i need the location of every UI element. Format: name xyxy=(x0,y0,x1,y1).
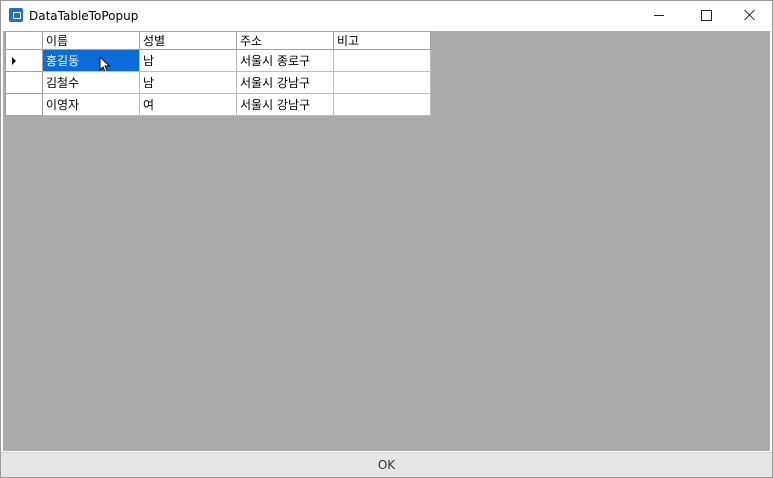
cell-note[interactable] xyxy=(333,71,431,94)
app-window: DataTableToPopup 이름 성별 주소 비고 홍길동 남 서울시 종… xyxy=(0,0,773,478)
column-header-name[interactable]: 이름 xyxy=(42,31,140,50)
column-header-note[interactable]: 비고 xyxy=(333,31,431,50)
footer-bar: OK xyxy=(1,452,772,477)
title-bar[interactable]: DataTableToPopup xyxy=(1,1,772,31)
cell-name[interactable]: 이영자 xyxy=(42,93,140,116)
minimize-icon xyxy=(654,15,664,16)
close-icon xyxy=(744,9,756,21)
maximize-icon xyxy=(701,10,712,21)
cell-gender[interactable]: 남 xyxy=(139,71,237,94)
table-row[interactable]: 홍길동 남 서울시 종로구 xyxy=(5,49,431,72)
cell-name[interactable]: 홍길동 xyxy=(42,49,140,72)
maximize-button[interactable] xyxy=(684,1,728,31)
row-header[interactable] xyxy=(5,71,43,94)
cell-note[interactable] xyxy=(333,49,431,72)
cell-address[interactable]: 서울시 강남구 xyxy=(236,71,334,94)
minimize-button[interactable] xyxy=(638,1,682,31)
table-row[interactable]: 이영자 여 서울시 강남구 xyxy=(5,93,431,116)
mouse-cursor-icon xyxy=(99,56,111,71)
cell-address[interactable]: 서울시 강남구 xyxy=(236,93,334,116)
header-row: 이름 성별 주소 비고 xyxy=(5,31,431,50)
cell-gender[interactable]: 남 xyxy=(139,49,237,72)
cell-text: 홍길동 xyxy=(46,54,80,68)
cell-address[interactable]: 서울시 종로구 xyxy=(236,49,334,72)
row-header[interactable] xyxy=(5,93,43,116)
corner-header[interactable] xyxy=(5,31,43,50)
cell-note[interactable] xyxy=(333,93,431,116)
data-grid-area[interactable]: 이름 성별 주소 비고 홍길동 남 서울시 종로구 김철수 남 서울시 강남구 … xyxy=(3,31,770,451)
row-header[interactable] xyxy=(5,49,43,72)
ok-button[interactable]: OK xyxy=(1,453,772,477)
cell-name[interactable]: 김철수 xyxy=(42,71,140,94)
data-grid[interactable]: 이름 성별 주소 비고 홍길동 남 서울시 종로구 김철수 남 서울시 강남구 … xyxy=(5,31,431,116)
column-header-address[interactable]: 주소 xyxy=(236,31,334,50)
table-row[interactable]: 김철수 남 서울시 강남구 xyxy=(5,71,431,94)
cell-gender[interactable]: 여 xyxy=(139,93,237,116)
close-button[interactable] xyxy=(728,1,772,31)
column-header-gender[interactable]: 성별 xyxy=(139,31,237,50)
app-icon xyxy=(9,8,23,22)
current-row-arrow-icon xyxy=(12,57,16,65)
window-title: DataTableToPopup xyxy=(29,9,139,23)
